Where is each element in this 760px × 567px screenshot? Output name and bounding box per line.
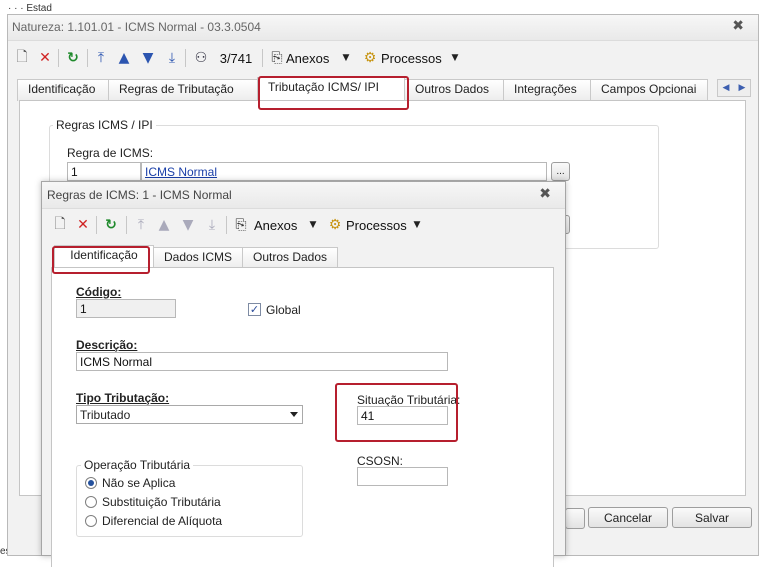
inner-tab-panel: Código: 1 ✓ Global Descrição: ICMS Norma…	[51, 267, 554, 567]
inner-tab-outros-dados[interactable]: Outros Dados	[242, 247, 338, 269]
gears-icon: ⚙	[363, 50, 377, 66]
radio-label-substituicao-tributaria: Substituição Tributária	[102, 495, 221, 509]
radio-label-nao-se-aplica: Não se Aplica	[102, 476, 176, 490]
tab-scroll-right-icon[interactable]: ▶	[739, 83, 746, 93]
inner-anexos-dropdown-arrow-icon[interactable]: ▼	[308, 215, 318, 235]
tab-regras-tributacao[interactable]: Regras de Tributação	[108, 79, 258, 101]
inner-tab-identificacao[interactable]: Identificação	[54, 245, 154, 269]
tab-identificacao[interactable]: Identificação	[17, 79, 109, 101]
outer-titlebar: Natureza: 1.101.01 - ICMS Normal - 03.3.…	[8, 15, 758, 41]
global-label: Global	[266, 303, 301, 317]
background-fragment-top: · · · Estad	[8, 3, 52, 14]
outer-close-icon[interactable]: ✖︎	[732, 18, 744, 34]
inner-processos-menu[interactable]: Processos	[346, 215, 418, 235]
outer-window-title: Natureza: 1.101.01 - ICMS Normal - 03.3.…	[12, 20, 261, 34]
processos-menu[interactable]: Processos	[381, 48, 453, 68]
radio-nao-se-aplica[interactable]	[85, 477, 97, 489]
cancelar-button[interactable]: Cancelar	[588, 507, 668, 528]
tipo-tributacao-select[interactable]: Tributado	[76, 405, 303, 424]
inner-delete-icon[interactable]: ✕	[75, 215, 91, 235]
situacao-tributaria-field[interactable]: 41	[357, 406, 448, 425]
previous-record-icon[interactable]: ▲	[116, 48, 132, 68]
csosn-label: CSOSN:	[357, 454, 404, 468]
salvar-button[interactable]: Salvar	[672, 507, 752, 528]
regra-icms-label: Regra de ICMS:	[67, 146, 154, 160]
inner-toolbar: 🗋︎ ✕ ↻ ⤒ ▲ ▼ ⤓ ⎘ Anexos ▼ ⚙ Processos ▼	[42, 210, 565, 240]
csosn-field[interactable]	[357, 467, 448, 486]
binoculars-search-icon[interactable]: ⚇	[191, 48, 211, 68]
outer-tab-strip: Identificação Regras de Tributação Tribu…	[17, 77, 708, 101]
inner-window-title: Regras de ICMS: 1 - ICMS Normal	[47, 188, 232, 202]
paperclip-icon: ⎘	[271, 50, 283, 66]
descricao-label: Descrição:	[76, 338, 138, 352]
tab-scroll-left-icon[interactable]: ◀	[723, 83, 730, 93]
global-checkbox[interactable]: ✓	[248, 303, 261, 316]
anexos-dropdown-arrow-icon[interactable]: ▼	[341, 48, 351, 68]
tab-integracoes[interactable]: Integrações	[503, 79, 591, 101]
inner-close-icon[interactable]: ✖︎	[539, 186, 551, 202]
regra-icms-browse-button[interactable]: ...	[551, 162, 570, 181]
regra-icms-link[interactable]: ICMS Normal	[145, 165, 217, 179]
next-record-icon[interactable]: ▼	[140, 48, 156, 68]
record-counter: 3/741	[219, 50, 253, 66]
inner-tab-dados-icms[interactable]: Dados ICMS	[153, 247, 243, 269]
radio-substituicao-tributaria[interactable]	[85, 496, 97, 508]
select-arrow-icon[interactable]	[290, 412, 298, 417]
radio-diferencial-aliquota[interactable]	[85, 515, 97, 527]
inner-gears-icon: ⚙	[328, 217, 342, 233]
inner-processos-dropdown-arrow-icon[interactable]: ▼	[412, 215, 422, 235]
tab-campos-opcionais[interactable]: Campos Opcionai	[590, 79, 708, 101]
refresh-icon[interactable]: ↻	[64, 48, 82, 68]
inner-next-record-icon[interactable]: ▼	[180, 215, 196, 235]
last-record-icon[interactable]: ⤓	[164, 48, 180, 68]
delete-icon[interactable]: ✕	[37, 48, 53, 68]
inner-tab-strip: Identificação Dados ICMS Outros Dados	[54, 245, 338, 269]
tipo-tributacao-value: Tributado	[80, 408, 131, 422]
inner-paperclip-icon: ⎘	[235, 217, 247, 233]
operacao-tributaria-title: Operação Tributária	[81, 458, 194, 472]
outer-toolbar: 🗋︎ ✕ ↻ ⤒ ▲ ▼ ⤓ ⚇ 3/741 ⎘ Anexos ▼ ⚙ Proc…	[8, 43, 758, 73]
anexos-menu[interactable]: Anexos	[286, 48, 340, 68]
regra-icms-code-field[interactable]: 1	[67, 162, 141, 181]
tab-tributacao-icms-ipi[interactable]: Tributação ICMS/ IPI	[257, 77, 405, 101]
partially-hidden-button[interactable]	[565, 508, 585, 529]
descricao-field[interactable]: ICMS Normal	[76, 352, 448, 371]
inner-new-document-icon[interactable]: 🗋︎	[52, 215, 68, 235]
regras-icms-ipi-title: Regras ICMS / IPI	[53, 118, 156, 132]
tab-outros-dados[interactable]: Outros Dados	[404, 79, 504, 101]
first-record-icon[interactable]: ⤒	[93, 48, 109, 68]
inner-refresh-icon[interactable]: ↻	[102, 215, 120, 235]
radio-label-diferencial-aliquota: Diferencial de Alíquota	[102, 514, 223, 528]
regra-icms-description-field[interactable]: ICMS Normal	[141, 162, 547, 181]
regras-icms-dialog: Regras de ICMS: 1 - ICMS Normal ✖︎ 🗋︎ ✕ …	[41, 181, 566, 567]
inner-titlebar: Regras de ICMS: 1 - ICMS Normal ✖︎	[42, 182, 565, 209]
tab-scroll-arrows[interactable]: ◀ ▶	[717, 79, 751, 97]
inner-anexos-menu[interactable]: Anexos	[254, 215, 308, 235]
inner-last-record-icon[interactable]: ⤓	[204, 215, 220, 235]
inner-previous-record-icon[interactable]: ▲	[156, 215, 172, 235]
situacao-tributaria-label: Situação Tributária:	[357, 393, 461, 407]
codigo-label: Código:	[76, 285, 122, 299]
tipo-tributacao-label: Tipo Tributação:	[76, 391, 170, 405]
codigo-field[interactable]: 1	[76, 299, 176, 318]
processos-dropdown-arrow-icon[interactable]: ▼	[450, 48, 460, 68]
new-document-icon[interactable]: 🗋︎	[14, 48, 30, 68]
inner-first-record-icon[interactable]: ⤒	[133, 215, 149, 235]
